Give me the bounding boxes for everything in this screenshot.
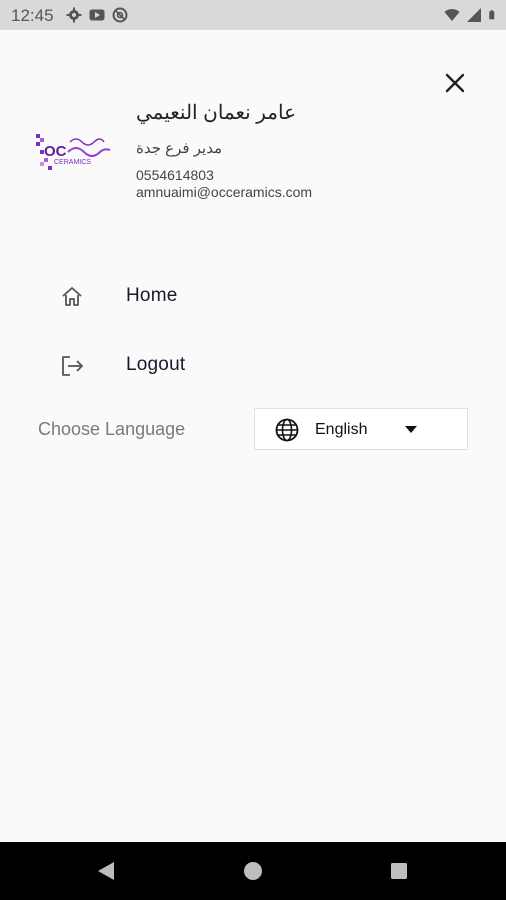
close-icon[interactable]	[442, 70, 468, 96]
no-disturb-icon	[112, 7, 128, 23]
wifi-icon	[444, 9, 460, 21]
chevron-down-icon	[405, 426, 417, 433]
svg-text:CERAMICS: CERAMICS	[54, 159, 91, 166]
gear-icon	[66, 7, 82, 23]
menu-item-home[interactable]: Home	[56, 276, 356, 316]
home-icon	[62, 287, 82, 306]
back-icon[interactable]	[96, 861, 116, 881]
recent-apps-icon[interactable]	[391, 863, 407, 879]
company-logo: OC CERAMICS	[36, 134, 111, 170]
home-circle-icon[interactable]	[244, 862, 262, 880]
status-time: 12:45	[11, 6, 54, 25]
battery-icon	[489, 10, 495, 20]
status-icons-right	[444, 7, 498, 23]
menu-item-logout-label: Logout	[126, 354, 186, 375]
profile-name: عامر نعمان النعيمي	[136, 102, 297, 124]
signal-icon	[467, 8, 481, 22]
profile-email: amnuaimi@occeramics.com	[136, 184, 313, 200]
globe-icon	[275, 418, 299, 442]
menu-item-home-label: Home	[126, 285, 178, 306]
logout-icon	[62, 356, 83, 376]
youtube-icon	[89, 9, 105, 21]
profile-role: مدير فرع جدة	[136, 140, 223, 157]
navigation-bar	[0, 842, 506, 900]
status-bar: 12:45	[0, 0, 506, 30]
language-dropdown[interactable]: English	[254, 408, 468, 450]
svg-text:OC: OC	[44, 143, 67, 160]
status-icons-left	[66, 7, 128, 23]
language-value: English	[315, 421, 368, 438]
language-label: Choose Language	[38, 419, 186, 439]
profile-phone: 0554614803	[136, 167, 214, 183]
menu-item-logout[interactable]: Logout	[56, 345, 356, 385]
